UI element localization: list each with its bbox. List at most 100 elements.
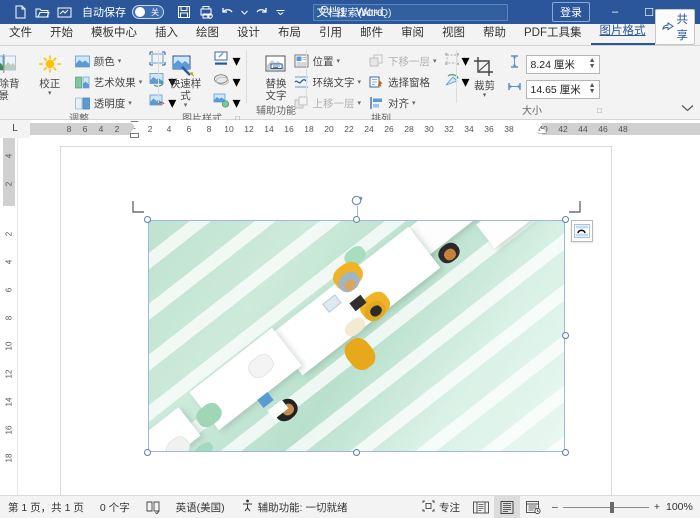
tab-pdf-tools[interactable]: PDF工具集 <box>515 23 591 45</box>
customize-qat-icon[interactable] <box>273 2 287 22</box>
vertical-ruler[interactable]: 4 2 2 4 6 8 10 12 14 16 18 <box>0 138 18 495</box>
artistic-effects-caret-icon[interactable]: ▾ <box>139 78 143 86</box>
ruler-tick: 22 <box>344 124 353 134</box>
tab-draw[interactable]: 绘图 <box>187 23 228 45</box>
tab-picture-format[interactable]: 图片格式 <box>591 21 655 45</box>
tab-home[interactable]: 开始 <box>41 23 82 45</box>
layout-options-icon[interactable] <box>571 220 593 242</box>
wrap-text-caret-icon[interactable]: ▾ <box>357 78 361 86</box>
picture-layout-caret-icon[interactable]: ▾ <box>232 93 240 113</box>
crop-caret-icon[interactable]: ▾ <box>483 92 487 99</box>
corrections-caret-icon[interactable]: ▾ <box>48 90 52 97</box>
horizontal-ruler[interactable]: L 8 6 4 2 2 4 6 8 10 12 14 16 18 20 22 2… <box>0 120 700 138</box>
save-icon[interactable] <box>174 2 194 22</box>
page-indicator[interactable]: 第 1 页，共 1 页 <box>0 496 92 518</box>
open-folder-icon[interactable] <box>32 2 52 22</box>
crop-button[interactable]: 裁剪 ▾ <box>465 52 505 99</box>
tab-template-center[interactable]: 模板中心 <box>82 23 146 45</box>
word-count[interactable]: 0 个字 <box>92 496 138 518</box>
tab-help[interactable]: 帮助 <box>474 23 515 45</box>
zoom-out-button[interactable]: – <box>552 501 558 513</box>
remove-background-button[interactable]: 删除背景 <box>0 50 28 102</box>
tab-insert[interactable]: 插入 <box>146 23 187 45</box>
picture-content[interactable] <box>148 220 565 452</box>
autosave-toggle[interactable]: 关 <box>132 5 164 19</box>
resize-handle-middle-right[interactable] <box>562 332 569 339</box>
left-indent-marker[interactable] <box>130 133 139 138</box>
search-placeholder-text: 搜索(Alt+Q) <box>337 5 392 20</box>
proofing-icon[interactable] <box>138 496 168 518</box>
position-caret-icon[interactable]: ▾ <box>336 57 340 65</box>
resize-handle-top-left[interactable] <box>144 216 151 223</box>
wrap-text-label: 环绕文字 <box>312 75 354 90</box>
artistic-effects-button[interactable]: 艺术效果 ▾ <box>72 72 146 92</box>
transparency-button[interactable]: 透明度 ▾ <box>72 93 146 113</box>
picture-effects-button[interactable]: ▾ <box>211 72 242 92</box>
shape-height-stepper[interactable]: ▲▼ <box>589 58 599 70</box>
view-web-layout-button[interactable] <box>520 496 546 518</box>
horizontal-ruler-track[interactable]: 8 6 4 2 2 4 6 8 10 12 14 16 18 20 22 24 … <box>30 120 700 138</box>
share-button[interactable]: 共享 <box>655 9 696 45</box>
bring-forward-caret-icon[interactable]: ▾ <box>357 99 361 107</box>
zoom-in-button[interactable]: + <box>654 501 660 513</box>
align-button[interactable]: 对齐 ▾ <box>366 93 440 113</box>
resize-handle-bottom-right[interactable] <box>562 449 569 456</box>
quick-styles-caret-icon[interactable]: ▾ <box>184 102 188 109</box>
selected-picture[interactable] <box>148 220 565 452</box>
focus-button[interactable]: 专注 <box>414 496 468 518</box>
quick-styles-button[interactable]: 快速样式 ▾ <box>161 50 209 109</box>
undo-dropdown-icon[interactable] <box>240 2 249 22</box>
print-preview-icon[interactable] <box>196 2 216 22</box>
shape-width-stepper[interactable]: ▲▼ <box>589 83 599 95</box>
ribbon: 删除背景 校正 ▾ <box>0 46 700 120</box>
tab-layout[interactable]: 布局 <box>269 23 310 45</box>
undo-icon[interactable] <box>218 2 238 22</box>
view-print-layout-button[interactable] <box>494 496 520 518</box>
ribbon-group-arrange: 位置 ▾ 环绕文字 ▾ 上移一层 <box>306 46 456 119</box>
align-caret-icon[interactable]: ▾ <box>412 99 416 107</box>
picture-effects-caret-icon[interactable]: ▾ <box>232 72 240 92</box>
resize-handle-top-center[interactable] <box>353 216 360 223</box>
color-button[interactable]: 颜色 ▾ <box>72 51 146 71</box>
touch-mode-icon[interactable] <box>54 2 74 22</box>
picture-layout-button[interactable]: ▾ <box>211 93 242 113</box>
tab-design[interactable]: 设计 <box>228 23 269 45</box>
view-read-mode-button[interactable] <box>468 496 494 518</box>
language-indicator[interactable]: 英语(美国) <box>168 496 233 518</box>
corrections-button[interactable]: 校正 ▾ <box>30 50 70 97</box>
sign-in-button[interactable]: 登录 <box>552 2 590 22</box>
search-input[interactable]: 搜索(Alt+Q) <box>313 4 508 21</box>
tab-mailings[interactable]: 邮件 <box>351 23 392 45</box>
color-caret-icon[interactable]: ▾ <box>118 57 122 65</box>
collapse-ribbon-button[interactable] <box>681 103 694 115</box>
rotate-handle-icon[interactable] <box>350 193 364 207</box>
shape-height-input[interactable]: 8.24 厘米 ▲▼ <box>526 55 600 74</box>
picture-border-button[interactable]: ▾ <box>211 51 242 71</box>
tab-view[interactable]: 视图 <box>433 23 474 45</box>
transparency-caret-icon[interactable]: ▾ <box>128 99 132 107</box>
zoom-slider[interactable]: – + <box>546 501 666 513</box>
new-document-icon[interactable] <box>10 2 30 22</box>
size-dialog-launcher[interactable]: □ <box>597 104 602 118</box>
tab-references[interactable]: 引用 <box>310 23 351 45</box>
zoom-track[interactable] <box>563 507 649 508</box>
bring-forward-button[interactable]: 上移一层 ▾ <box>290 93 364 113</box>
position-button[interactable]: 位置 ▾ <box>290 51 364 71</box>
zoom-thumb[interactable] <box>610 502 614 513</box>
document-canvas[interactable] <box>18 138 700 495</box>
resize-handle-bottom-left[interactable] <box>144 449 151 456</box>
wrap-text-button[interactable]: 环绕文字 ▾ <box>290 72 364 92</box>
resize-handle-top-right[interactable] <box>562 216 569 223</box>
selection-pane-button[interactable]: 选择窗格 <box>366 72 440 92</box>
resize-handle-bottom-center[interactable] <box>353 449 360 456</box>
shape-width-input[interactable]: 14.65 厘米 ▲▼ <box>526 80 600 99</box>
zoom-percentage[interactable]: 100% <box>666 501 700 513</box>
tab-review[interactable]: 审阅 <box>392 23 433 45</box>
accessibility-status[interactable]: 辅助功能: 一切就绪 <box>233 496 356 518</box>
tab-file[interactable]: 文件 <box>0 23 41 45</box>
picture-border-caret-icon[interactable]: ▾ <box>232 51 240 71</box>
send-backward-caret-icon[interactable]: ▾ <box>433 57 437 65</box>
send-backward-button[interactable]: 下移一层 ▾ <box>366 51 440 71</box>
tab-stop-selector[interactable]: L <box>0 120 30 138</box>
redo-icon[interactable] <box>251 2 271 22</box>
